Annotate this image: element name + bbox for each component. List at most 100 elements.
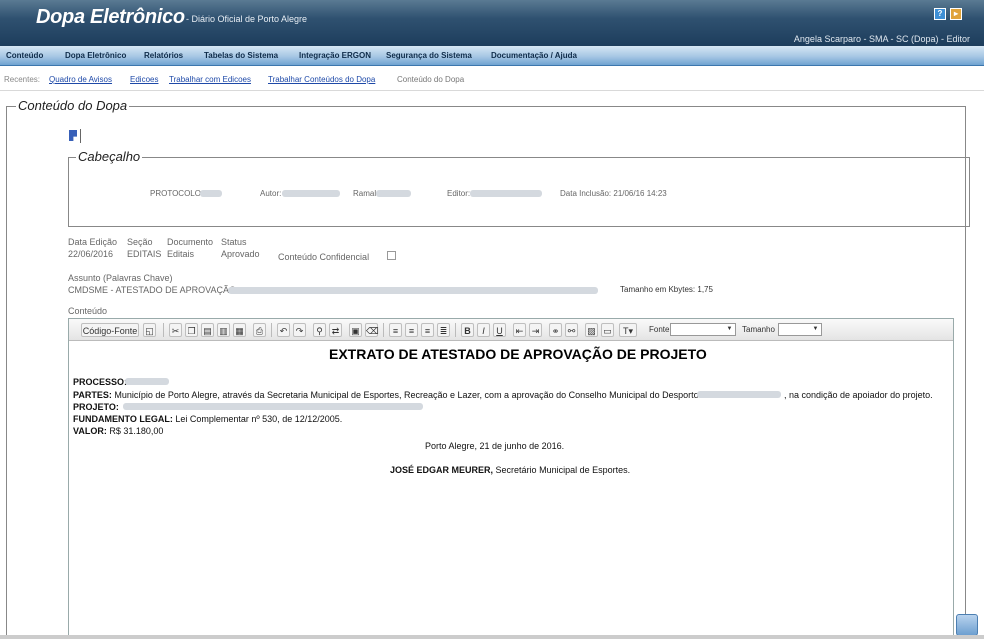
recent-label: Recentes: (4, 75, 41, 84)
find-icon[interactable]: ⚲ (313, 323, 326, 337)
underline-button[interactable]: U (493, 323, 506, 337)
app-header: Dopa Eletrônico - Diário Oficial de Port… (0, 0, 984, 46)
menu-item-conteudo[interactable]: Conteúdo (6, 51, 43, 60)
text-color-icon[interactable]: T▾ (619, 323, 637, 337)
help-icon[interactable]: ? (934, 8, 946, 20)
signature-line: JOSÉ EDGAR MEURER, Secretário Municipal … (390, 465, 630, 475)
processo-line: PROCESSO: (73, 377, 127, 387)
assunto-label: Assunto (Palavras Chave) (68, 273, 173, 283)
valor-label: VALOR: (73, 426, 107, 436)
ramal-label: Ramal: (353, 189, 379, 198)
fundamento-text: Lei Complementar nº 530, de 12/12/2005. (175, 414, 343, 424)
horizontal-scrollbar[interactable] (0, 635, 984, 639)
status-label: Status (221, 237, 247, 247)
chevron-down-icon: ▼ (726, 326, 733, 332)
outdent-icon[interactable]: ⇤ (513, 323, 526, 337)
recent-link-trabalhar-edicoes[interactable]: Trabalhar com Edicoes (169, 75, 251, 84)
menu-item-relatorios[interactable]: Relatórios (144, 51, 183, 60)
ramal-value-redacted (376, 190, 411, 197)
menu-item-seguranca[interactable]: Segurança do Sistema (386, 51, 472, 60)
data-edicao-label: Data Edição (68, 237, 118, 247)
status-value: Aprovado (221, 249, 260, 259)
projeto-line: PROJETO: (73, 402, 119, 412)
editor-value-redacted (470, 190, 542, 197)
data-edicao-value: 22/06/2016 (68, 249, 114, 259)
copy-icon[interactable]: ❐ (185, 323, 198, 337)
projeto-label: PROJETO: (73, 402, 119, 412)
recent-link-edicoes[interactable]: Edicoes (130, 75, 158, 84)
justify-icon[interactable]: ≣ (437, 323, 450, 337)
main-menu: Conteúdo Dopa Eletrônico Relatórios Tabe… (0, 46, 984, 66)
projeto-value-redacted (123, 403, 423, 410)
confidencial-label: Conteúdo Confidencial (278, 252, 370, 262)
partes-text: Município de Porto Alegre, através da Se… (114, 390, 707, 400)
menu-item-documentacao[interactable]: Documentação / Ajuda (491, 51, 577, 60)
align-right-icon[interactable]: ≡ (421, 323, 434, 337)
recent-current: Conteúdo do Dopa (397, 75, 465, 84)
assunto-value[interactable]: CMDSME - ATESTADO DE APROVAÇÃO (68, 285, 236, 295)
app-brand: Dopa Eletrônico (36, 6, 185, 28)
confidencial-checkbox[interactable] (387, 251, 396, 260)
print-icon[interactable]: ⎙ (253, 323, 266, 337)
valor-line: VALOR: R$ 31.180,00 (73, 426, 163, 436)
secao-label: Seção (127, 237, 153, 247)
menu-item-dopa-eletronico[interactable]: Dopa Eletrônico (65, 51, 126, 60)
align-center-icon[interactable]: ≡ (405, 323, 418, 337)
size-select[interactable]: ▼ (778, 323, 822, 336)
menu-item-tabelas[interactable]: Tabelas do Sistema (204, 51, 278, 60)
redo-icon[interactable]: ↷ (293, 323, 306, 337)
recent-link-avisos[interactable]: Quadro de Avisos (49, 75, 112, 84)
conteudo-label: Conteúdo (68, 306, 108, 316)
scroll-top-button[interactable] (956, 614, 978, 636)
page-title: Conteúdo do Dopa (16, 98, 130, 113)
menu-item-ergon[interactable]: Integração ERGON (299, 51, 371, 60)
tamanho-kbytes: Tamanho em Kbytes: 1,75 (620, 285, 713, 294)
image-icon[interactable]: ▨ (585, 323, 598, 337)
rich-text-editor[interactable] (68, 318, 954, 639)
recent-bar: Recentes: Quadro de Avisos Edicoes Traba… (0, 67, 984, 91)
partes-end: , na condição de apoiador do projeto. (784, 390, 933, 400)
indent-icon[interactable]: ⇥ (529, 323, 542, 337)
italic-button[interactable]: I (477, 323, 490, 337)
valor-text: R$ 31.180,00 (109, 426, 164, 436)
recent-link-trabalhar-conteudos[interactable]: Trabalhar Conteúdos do Dopa (268, 75, 375, 84)
secao-value: EDITAIS (127, 249, 162, 259)
unlink-icon[interactable]: ⚯ (565, 323, 578, 337)
paste-text-icon[interactable]: ▥ (217, 323, 230, 337)
source-code-button[interactable]: Código-Fonte (81, 323, 139, 337)
autor-value-redacted (282, 190, 340, 197)
app-subtitle: - Diário Oficial de Porto Alegre (186, 14, 308, 24)
editor-label: Editor: (447, 189, 471, 198)
fundamento-label: FUNDAMENTO LEGAL: (73, 414, 173, 424)
paste-word-icon[interactable]: ▦ (233, 323, 246, 337)
remove-format-icon[interactable]: ⌫ (365, 323, 379, 337)
place-date: Porto Alegre, 21 de junho de 2016. (425, 441, 565, 451)
signer-name: JOSÉ EDGAR MEURER, (390, 465, 494, 475)
bold-button[interactable]: B (461, 323, 474, 337)
preview-icon[interactable]: ◱ (143, 323, 156, 337)
user-info: Angela Scarparo - SMA - SC (Dopa) - Edit… (793, 34, 970, 44)
fundamento-line: FUNDAMENTO LEGAL: Lei Complementar nº 53… (73, 414, 342, 424)
replace-icon[interactable]: ⇄ (329, 323, 342, 337)
table-icon[interactable]: ▭ (601, 323, 614, 337)
undo-icon[interactable]: ↶ (277, 323, 290, 337)
select-all-icon[interactable]: ▣ (349, 323, 362, 337)
divider (80, 129, 81, 143)
partes-label: PARTES: (73, 390, 112, 400)
processo-value-redacted (125, 378, 169, 385)
documento-label: Documento (167, 237, 214, 247)
autor-label: Autor: (260, 189, 282, 198)
partes-entity-redacted (697, 391, 781, 398)
paste-icon[interactable]: ▤ (201, 323, 214, 337)
documento-value: Editais (167, 249, 195, 259)
data-inclusao: Data Inclusão: 21/06/16 14:23 (560, 189, 667, 198)
font-select[interactable]: ▼ (670, 323, 736, 336)
partes-line: PARTES: Município de Porto Alegre, atrav… (73, 390, 706, 400)
document-title: EXTRATO DE ATESTADO DE APROVAÇÃO DE PROJ… (329, 346, 707, 362)
link-icon[interactable]: ⚭ (549, 323, 562, 337)
fonte-label: Fonte (649, 325, 670, 334)
cut-icon[interactable]: ✂ (169, 323, 182, 337)
cabecalho-legend: Cabeçalho (76, 149, 143, 164)
align-left-icon[interactable]: ≡ (389, 323, 402, 337)
exit-icon[interactable]: ▸ (950, 8, 962, 20)
